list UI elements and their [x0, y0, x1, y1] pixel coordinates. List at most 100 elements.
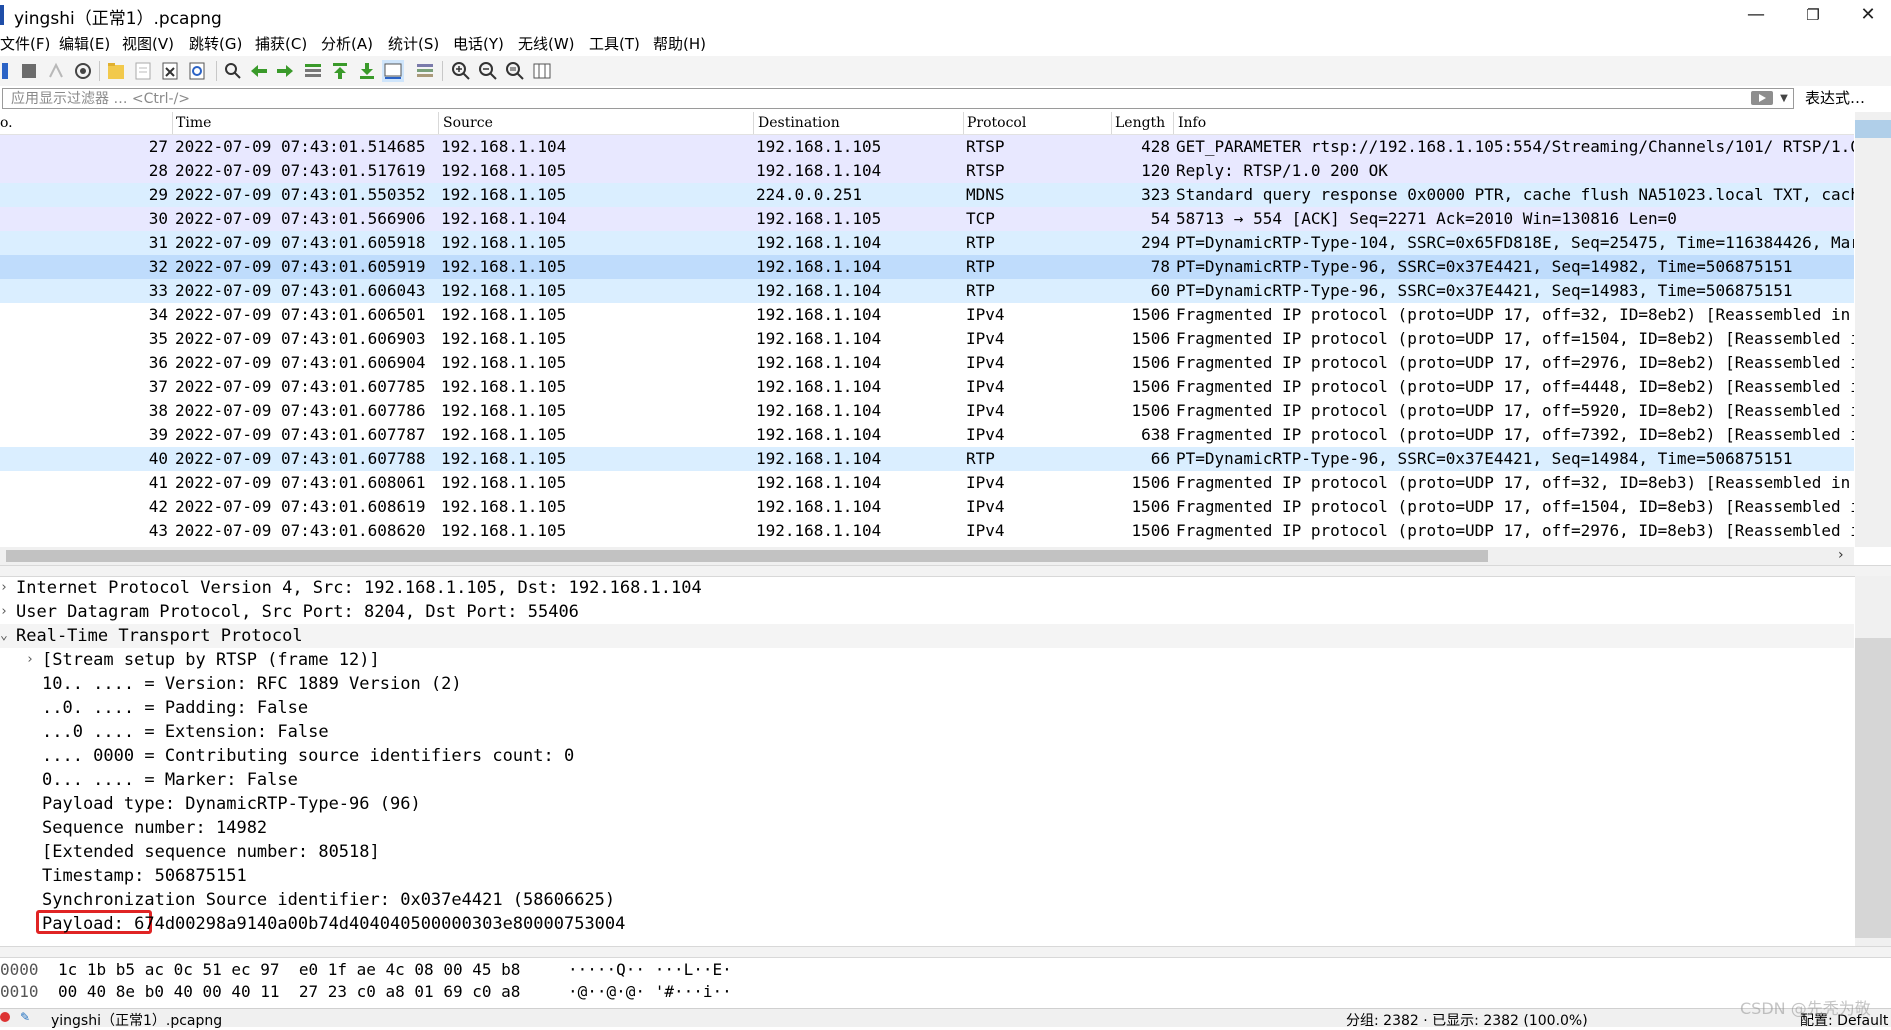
packet-protocol: IPv4	[966, 521, 1005, 540]
packet-source: 192.168.1.105	[441, 281, 567, 300]
packet-list-vertical-scrollbar[interactable]	[1855, 112, 1891, 547]
menu-analyze[interactable]: 分析(A)	[321, 33, 373, 54]
last-packet-icon[interactable]	[356, 60, 378, 82]
packet-row[interactable]: 36 2022-07-09 07:43:01.606904 192.168.1.10…	[0, 351, 1854, 375]
detail-tree-item[interactable]: Synchronization Source identifier: 0x037…	[0, 888, 1854, 912]
detail-tree-item[interactable]: [Extended sequence number: 80518]	[0, 840, 1854, 864]
zoom-out-icon[interactable]	[477, 60, 499, 82]
packet-row[interactable]: 31 2022-07-09 07:43:01.605918 192.168.1.10…	[0, 231, 1854, 255]
close-button[interactable]: ✕	[1845, 2, 1891, 28]
expand-arrow-icon[interactable]: ›	[0, 604, 10, 620]
scroll-right-icon[interactable]: ›	[1838, 547, 1844, 563]
reload-file-icon[interactable]	[186, 60, 208, 82]
packet-list-horizontal-scrollbar[interactable]: ›	[0, 547, 1854, 565]
column-time[interactable]: Time	[176, 115, 426, 133]
packet-list-scroll-thumb[interactable]	[1855, 120, 1891, 138]
apply-filter-icon[interactable]	[1751, 91, 1773, 105]
collapse-arrow-icon[interactable]: ⌄	[0, 628, 10, 644]
colorize-icon[interactable]	[414, 60, 436, 82]
detail-tree-item[interactable]: Payload: 674d00298a9140a00b74d4040405000…	[0, 912, 1854, 936]
packet-row[interactable]: 38 2022-07-09 07:43:01.607786 192.168.1.10…	[0, 399, 1854, 423]
normal-size-icon[interactable]	[504, 60, 526, 82]
packet-row-selected[interactable]: 32 2022-07-09 07:43:01.605919 192.168.1.10…	[0, 255, 1854, 279]
packet-list-hscroll-thumb[interactable]	[6, 550, 1488, 562]
details-scroll-thumb[interactable]	[1855, 638, 1891, 938]
packet-row[interactable]: 30 2022-07-09 07:43:01.566906 192.168.1.10…	[0, 207, 1854, 231]
details-vertical-scrollbar[interactable]	[1855, 576, 1891, 946]
menu-file[interactable]: 文件(F)	[0, 33, 50, 54]
expression-button[interactable]: 表达式…	[1805, 87, 1865, 108]
go-to-packet-icon[interactable]	[302, 60, 324, 82]
detail-tree-item[interactable]: ...0 .... = Extension: False	[0, 720, 1854, 744]
column-info[interactable]: Info	[1178, 115, 1778, 133]
packet-protocol: IPv4	[966, 497, 1005, 516]
menu-tools[interactable]: 工具(T)	[589, 33, 640, 54]
detail-tree-item[interactable]: › [Stream setup by RTSP (frame 12)]	[0, 648, 1854, 672]
detail-tree-item[interactable]: Payload type: DynamicRTP-Type-96 (96)	[0, 792, 1854, 816]
packet-row[interactable]: 27 2022-07-09 07:43:01.514685 192.168.1.10…	[0, 135, 1854, 159]
detail-tree-item[interactable]: 0... .... = Marker: False	[0, 768, 1854, 792]
packet-row[interactable]: 28 2022-07-09 07:43:01.517619 192.168.1.10…	[0, 159, 1854, 183]
packet-row[interactable]: 43 2022-07-09 07:43:01.608620 192.168.1.10…	[0, 519, 1854, 543]
packet-no: 31	[148, 233, 168, 252]
packet-length: 294	[1141, 233, 1170, 252]
expand-arrow-icon[interactable]: ›	[26, 652, 36, 668]
packet-row[interactable]: 39 2022-07-09 07:43:01.607787 192.168.1.10…	[0, 423, 1854, 447]
pane-splitter-bottom[interactable]	[0, 946, 1891, 958]
packet-row[interactable]: 42 2022-07-09 07:43:01.608619 192.168.1.10…	[0, 495, 1854, 519]
menu-statistics[interactable]: 统计(S)	[388, 33, 439, 54]
packet-row[interactable]: 37 2022-07-09 07:43:01.607785 192.168.1.10…	[0, 375, 1854, 399]
packet-info: Fragmented IP protocol (proto=UDP 17, of…	[1176, 521, 1854, 540]
stop-capture-icon[interactable]	[18, 60, 40, 82]
column-protocol[interactable]: Protocol	[967, 115, 1107, 133]
packet-row[interactable]: 41 2022-07-09 07:43:01.608061 192.168.1.10…	[0, 471, 1854, 495]
detail-tree-item[interactable]: ⌄ Real-Time Transport Protocol	[0, 624, 1854, 648]
column-length[interactable]: Length	[1115, 115, 1175, 133]
restore-button[interactable]: ❐	[1790, 2, 1836, 28]
capture-comment-icon[interactable]: ✎	[20, 1010, 30, 1024]
column-source[interactable]: Source	[443, 115, 743, 133]
menu-wireless[interactable]: 无线(W)	[518, 33, 575, 54]
menu-go[interactable]: 跳转(G)	[189, 33, 242, 54]
restart-capture-icon[interactable]	[45, 60, 67, 82]
detail-tree-item[interactable]: › User Datagram Protocol, Src Port: 8204,…	[0, 600, 1854, 624]
resize-columns-icon[interactable]	[531, 60, 553, 82]
packet-length: 1506	[1131, 329, 1170, 348]
detail-tree-item[interactable]: › Internet Protocol Version 4, Src: 192.1…	[0, 576, 1854, 600]
menu-help[interactable]: 帮助(H)	[653, 33, 706, 54]
save-file-icon[interactable]	[132, 60, 154, 82]
close-file-icon[interactable]	[159, 60, 181, 82]
capture-options-icon[interactable]	[72, 60, 94, 82]
packet-row[interactable]: 40 2022-07-09 07:43:01.607788 192.168.1.10…	[0, 447, 1854, 471]
go-back-icon[interactable]	[248, 60, 270, 82]
detail-tree-item[interactable]: 10.. .... = Version: RFC 1889 Version (2…	[0, 672, 1854, 696]
packet-row[interactable]: 34 2022-07-09 07:43:01.606501 192.168.1.10…	[0, 303, 1854, 327]
zoom-in-icon[interactable]	[450, 60, 472, 82]
expand-arrow-icon[interactable]: ›	[0, 580, 10, 596]
detail-tree-item[interactable]: .... 0000 = Contributing source identifi…	[0, 744, 1854, 768]
go-forward-icon[interactable]	[274, 60, 296, 82]
expert-info-icon[interactable]	[0, 1012, 10, 1022]
packet-destination: 192.168.1.104	[756, 257, 882, 276]
find-packet-icon[interactable]	[222, 60, 244, 82]
menu-telephony[interactable]: 电话(Y)	[453, 33, 504, 54]
menu-capture[interactable]: 捕获(C)	[255, 33, 307, 54]
column-destination[interactable]: Destination	[758, 115, 958, 133]
first-packet-icon[interactable]	[329, 60, 351, 82]
packet-row[interactable]: 35 2022-07-09 07:43:01.606903 192.168.1.10…	[0, 327, 1854, 351]
menu-edit[interactable]: 编辑(E)	[59, 33, 110, 54]
display-filter-input[interactable]	[11, 89, 1711, 108]
detail-tree-item[interactable]: Timestamp: 506875151	[0, 864, 1854, 888]
status-packet-count: 分组: 2382 · 已显示: 2382 (100.0%)	[1346, 1013, 1588, 1029]
minimize-button[interactable]: —	[1733, 2, 1779, 28]
auto-scroll-icon[interactable]	[382, 60, 404, 82]
packet-row[interactable]: 33 2022-07-09 07:43:01.606043 192.168.1.10…	[0, 279, 1854, 303]
detail-tree-item[interactable]: Sequence number: 14982	[0, 816, 1854, 840]
detail-tree-item[interactable]: ..0. .... = Padding: False	[0, 696, 1854, 720]
packet-row[interactable]: 29 2022-07-09 07:43:01.550352 192.168.1.10…	[0, 183, 1854, 207]
open-file-icon[interactable]	[105, 60, 127, 82]
column-no[interactable]: o.	[0, 115, 160, 133]
filter-history-dropdown-icon[interactable]: ▼	[1777, 90, 1791, 107]
detail-text: Synchronization Source identifier: 0x037…	[42, 890, 616, 910]
menu-view[interactable]: 视图(V)	[122, 33, 174, 54]
